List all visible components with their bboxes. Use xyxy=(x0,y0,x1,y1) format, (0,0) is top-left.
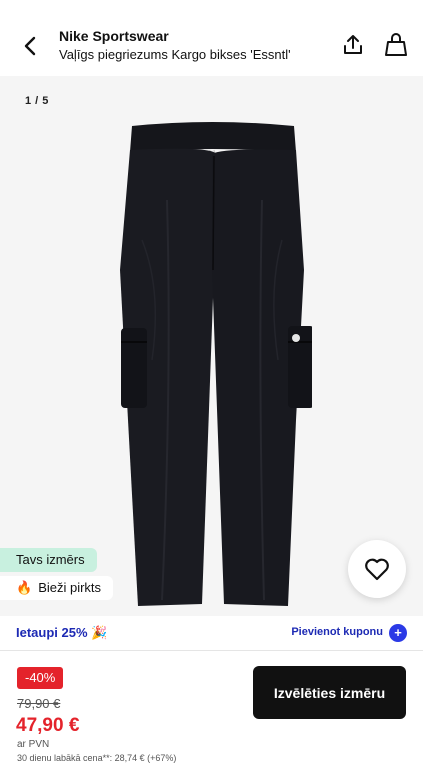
shopping-bag-icon xyxy=(385,33,407,56)
product-titles: Nike Sportswear Vaļīgs piegriezums Kargo… xyxy=(59,28,291,63)
share-icon xyxy=(344,35,362,54)
discount-badge: -40% xyxy=(17,667,64,689)
select-size-button[interactable]: Izvēlēties izmēru xyxy=(253,666,406,719)
wishlist-button[interactable] xyxy=(348,540,406,598)
image-counter: 1 / 5 xyxy=(25,95,49,107)
sale-price: 47,90 € xyxy=(16,715,80,736)
popular-badge: 🔥 Bieži pirkts xyxy=(0,576,114,600)
top-bar: Nike Sportswear Vaļīgs piegriezums Kargo… xyxy=(0,0,423,76)
fire-icon: 🔥 xyxy=(16,580,33,595)
shopping-bag-button[interactable] xyxy=(381,30,411,60)
your-size-badge: Tavs izmērs xyxy=(0,548,97,572)
add-coupon-plus-icon[interactable]: + xyxy=(389,624,407,642)
product-name: Vaļīgs piegriezums Kargo bikses 'Essntl' xyxy=(59,47,291,62)
heart-icon xyxy=(365,558,389,581)
lowest-price-note: 30 dienu labākā cena**: 28,74 € (+67%) xyxy=(17,753,177,763)
coupon-savings-text: Ietaupi 25% 🎉 xyxy=(16,625,108,640)
coupon-banner: Ietaupi 25% 🎉 Pievienot kuponu + xyxy=(0,616,423,650)
popular-label: Bieži pirkts xyxy=(38,580,102,595)
brand-name: Nike Sportswear xyxy=(59,28,169,44)
vat-note: ar PVN xyxy=(17,739,50,750)
share-button[interactable] xyxy=(338,30,368,60)
product-image-gallery[interactable]: 1 / 5 Tavs izmērs 🔥 Bieži pirkts xyxy=(0,76,423,616)
product-image xyxy=(120,122,312,606)
back-button[interactable] xyxy=(14,30,46,62)
original-price: 79,90 € xyxy=(17,696,61,711)
divider xyxy=(0,650,423,651)
chevron-left-icon xyxy=(24,36,36,56)
add-coupon-link[interactable]: Pievienot kuponu xyxy=(291,626,383,638)
